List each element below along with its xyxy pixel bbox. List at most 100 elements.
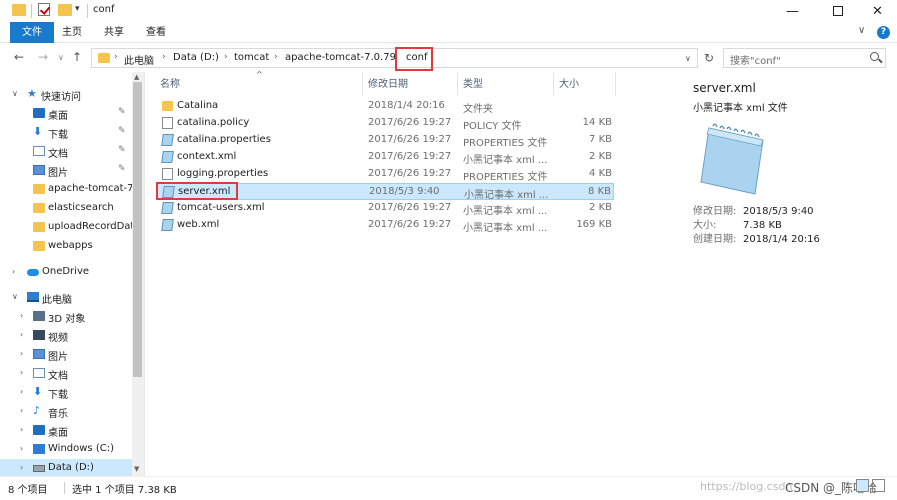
expand-icon[interactable]: › — [20, 444, 23, 453]
desktop-icon — [33, 108, 45, 118]
maximize-button[interactable] — [815, 0, 860, 22]
column-header-name[interactable]: 名称 — [160, 75, 180, 95]
nav-item-recent[interactable]: apache-tomcat-7. — [0, 180, 137, 199]
back-button[interactable]: ← — [14, 50, 24, 64]
navigation-bar: ← → ∨ ↑ › 此电脑 › Data (D:) › tomcat › apa… — [0, 44, 897, 72]
search-icon[interactable] — [870, 52, 879, 61]
nav-item-music[interactable]: › ♪ 音乐 — [0, 402, 132, 421]
expand-icon[interactable]: › — [20, 311, 23, 320]
up-button[interactable]: ↑ — [72, 50, 82, 64]
recent-locations-button[interactable]: ∨ — [58, 53, 64, 62]
nav-item-desktop[interactable]: › 桌面 — [0, 421, 132, 440]
expand-icon[interactable]: › — [20, 349, 23, 358]
computer-icon — [27, 292, 39, 302]
properties-icon[interactable] — [38, 3, 50, 16]
tab-home[interactable]: 主页 — [62, 22, 82, 43]
search-input[interactable]: 搜索"conf" — [723, 48, 886, 68]
search-placeholder: 搜索"conf" — [730, 56, 781, 67]
nav-item-videos[interactable]: › 视频 — [0, 326, 132, 345]
forward-button[interactable]: → — [38, 50, 48, 64]
address-bar[interactable]: › 此电脑 › Data (D:) › tomcat › apache-tomc… — [91, 47, 698, 71]
watermark-url: https://blog.csdn — [700, 480, 793, 493]
file-date: 2017/6/26 19:27 — [368, 134, 452, 145]
tab-share[interactable]: 共享 — [104, 22, 124, 43]
breadcrumb-data-d[interactable]: Data (D:) — [173, 52, 219, 63]
scroll-down-button[interactable]: ▼ — [134, 465, 139, 473]
nav-item-this-pc[interactable]: ∨ 此电脑 — [0, 288, 132, 307]
breadcrumb-separator[interactable]: › — [114, 52, 118, 62]
refresh-button[interactable]: ↻ — [700, 48, 718, 68]
details-view-button[interactable] — [856, 479, 869, 492]
file-row[interactable]: tomcat-users.xml 2017/6/26 19:27 小黑记事本 x… — [157, 200, 614, 217]
file-row[interactable]: catalina.policy 2017/6/26 19:27 POLICY 文… — [157, 115, 614, 132]
tab-view[interactable]: 查看 — [146, 22, 166, 43]
new-folder-icon[interactable] — [58, 4, 72, 16]
item-count: 8 个项目 — [8, 485, 48, 496]
nav-item-downloads[interactable]: › ⬇ 下载 — [0, 383, 132, 402]
file-size: 2 KB — [589, 151, 612, 162]
minimize-button[interactable]: — — [770, 0, 815, 22]
file-row[interactable]: catalina.properties 2017/6/26 19:27 PROP… — [157, 132, 614, 149]
collapse-icon[interactable]: ∨ — [12, 89, 18, 98]
nav-item-onedrive[interactable]: › OneDrive — [0, 263, 132, 282]
breadcrumb-tomcat[interactable]: tomcat — [234, 52, 269, 63]
expand-icon[interactable]: › — [20, 406, 23, 415]
breadcrumb-separator[interactable]: › — [274, 52, 278, 62]
breadcrumb-separator[interactable]: › — [162, 52, 166, 62]
divider[interactable] — [553, 72, 554, 96]
expand-icon[interactable]: › — [20, 330, 23, 339]
file-row[interactable]: Catalina 2018/1/4 20:16 文件夹 — [157, 98, 614, 115]
nav-scrollbar-thumb[interactable] — [133, 82, 142, 377]
nav-item-documents[interactable]: 文档 ✎ — [0, 142, 132, 161]
column-header-type[interactable]: 类型 — [463, 75, 483, 95]
divider[interactable] — [457, 72, 458, 96]
file-type: 文件夹 — [463, 104, 493, 115]
nav-item-3d-objects[interactable]: › 3D 对象 — [0, 307, 132, 326]
nav-item-downloads[interactable]: ⬇ 下载 ✎ — [0, 123, 132, 142]
close-button[interactable]: ✕ — [855, 0, 897, 22]
nav-label: 3D 对象 — [48, 314, 86, 325]
expand-icon[interactable]: › — [20, 387, 23, 396]
expand-icon[interactable]: › — [20, 425, 23, 434]
breadcrumb-separator[interactable]: › — [224, 52, 228, 62]
download-icon: ⬇ — [33, 125, 43, 138]
tab-file[interactable]: 文件 — [10, 22, 54, 43]
meta-label: 修改日期: — [693, 206, 737, 217]
download-icon: ⬇ — [33, 385, 43, 398]
nav-label: uploadRecordDat — [48, 221, 135, 232]
file-date: 2017/6/26 19:27 — [368, 117, 452, 128]
file-date: 2017/6/26 19:27 — [368, 219, 452, 230]
large-icons-view-button[interactable] — [872, 479, 885, 492]
nav-item-drive-d[interactable]: › Data (D:) — [0, 459, 132, 476]
breadcrumb-this-pc[interactable]: 此电脑 — [124, 52, 154, 67]
file-row[interactable]: logging.properties 2017/6/26 19:27 PROPE… — [157, 166, 614, 183]
nav-item-recent[interactable]: elasticsearch — [0, 199, 132, 218]
nav-item-recent[interactable]: webapps — [0, 237, 132, 256]
divider[interactable] — [362, 72, 363, 96]
file-name: Catalina — [177, 100, 219, 111]
nav-item-pictures[interactable]: › 图片 — [0, 345, 132, 364]
nav-item-drive-c[interactable]: › Windows (C:) — [0, 440, 132, 459]
scroll-up-button[interactable]: ▲ — [134, 73, 139, 81]
address-dropdown-button[interactable]: ∨ — [685, 54, 691, 63]
customize-toolbar-button[interactable]: ▾ — [75, 4, 80, 14]
column-header-date[interactable]: 修改日期 — [368, 75, 408, 95]
collapse-icon[interactable]: ∨ — [12, 292, 18, 301]
help-button[interactable]: ? — [877, 26, 890, 39]
nav-item-desktop[interactable]: 桌面 ✎ — [0, 104, 132, 123]
file-row[interactable]: context.xml 2017/6/26 19:27 小黑记事本 xml ..… — [157, 149, 614, 166]
star-icon: ★ — [27, 87, 37, 100]
column-header-size[interactable]: 大小 — [559, 75, 579, 95]
nav-item-recent[interactable]: uploadRecordDat — [0, 218, 135, 237]
breadcrumb-apache-tomcat[interactable]: apache-tomcat-7.0.79 — [285, 52, 396, 63]
nav-item-pictures[interactable]: 图片 ✎ — [0, 161, 132, 180]
expand-icon[interactable]: › — [12, 267, 15, 276]
file-row[interactable]: web.xml 2017/6/26 19:27 小黑记事本 xml ... 16… — [157, 217, 614, 234]
divider[interactable] — [615, 72, 616, 96]
nav-quick-access[interactable]: ∨ ★ 快速访问 — [0, 85, 132, 104]
expand-icon[interactable]: › — [20, 368, 23, 377]
expand-ribbon-button[interactable]: ∨ — [858, 25, 865, 36]
nav-item-documents[interactable]: › 文档 — [0, 364, 132, 383]
expand-icon[interactable]: › — [20, 463, 23, 472]
folder-icon — [98, 53, 110, 63]
